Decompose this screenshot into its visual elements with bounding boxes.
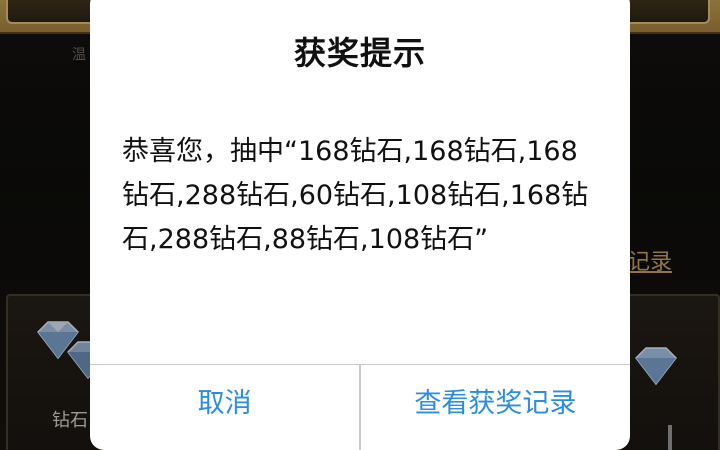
dialog-message: 恭喜您，抽中“168钻石,168钻石,168钻石,288钻石,60钻石,108钻… xyxy=(122,136,589,255)
cancel-button[interactable]: 取消 xyxy=(90,365,359,450)
dialog-title: 获奖提示 xyxy=(293,34,426,72)
view-records-button[interactable]: 查看获奖记录 xyxy=(361,365,630,450)
dialog-footer: 取消 查看获奖记录 xyxy=(90,364,630,450)
award-dialog: 获奖提示 恭喜您，抽中“168钻石,168钻石,168钻石,288钻石,60钻石… xyxy=(90,0,630,450)
game-screen: 温 记录 钻石 获奖提示 恭喜您，抽中“168钻石,168钻石,168钻石,28… xyxy=(0,0,720,450)
